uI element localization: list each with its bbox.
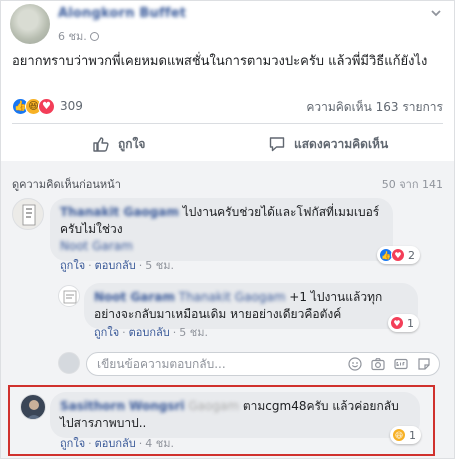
comment-button[interactable]: แสดงความคิดเห็น	[268, 134, 388, 154]
comment-time[interactable]: 5 ชม.	[145, 259, 174, 272]
post-time-text: 6 ชม.	[58, 30, 87, 43]
reaction-count: 309	[60, 99, 83, 113]
comment-icon	[269, 137, 285, 152]
comment-reaction-badge[interactable]: ♥ 1	[388, 314, 419, 332]
mentioned-name[interactable]: Thanakit Gaogam	[179, 290, 286, 304]
comment-meta: ถูกใจ · ตอบกลับ · 5 ชม.	[60, 259, 174, 272]
tagged-name[interactable]: Noot Garam	[60, 239, 133, 253]
my-avatar[interactable]	[58, 352, 80, 374]
comment-reply-link[interactable]: ตอบกลับ	[95, 259, 136, 272]
comment-reaction-badge[interactable]: 👍 ♥ 2	[377, 246, 420, 264]
comment-time[interactable]: 5 ชม.	[179, 326, 208, 339]
reply-input[interactable]	[97, 353, 277, 375]
author-name[interactable]: Alongkorn Buffet	[58, 6, 186, 21]
chevron-down-icon[interactable]	[429, 6, 443, 20]
comment-reaction-count: 1	[407, 316, 414, 330]
commenter-name[interactable]: Thanakit Gaogam	[60, 205, 179, 219]
reply-tools	[348, 357, 431, 371]
commenter-name[interactable]: Noot Garam	[94, 290, 175, 304]
love-reaction-icon: ♥	[391, 248, 405, 262]
divider	[12, 123, 443, 124]
reply-box	[86, 352, 440, 376]
love-reaction-icon: ♥	[390, 316, 404, 330]
comment-reply-link[interactable]: ตอบกลับ	[129, 326, 170, 339]
avatar[interactable]	[12, 198, 44, 230]
globe-icon	[89, 32, 99, 41]
emoji-icon[interactable]	[348, 357, 362, 371]
comment-count-link[interactable]: ความคิดเห็น 163 รายการ	[306, 98, 443, 117]
comment-meta: ถูกใจ · ตอบกลับ · 5 ชม.	[94, 326, 208, 339]
avatar[interactable]	[58, 285, 80, 307]
sticker-icon[interactable]	[417, 357, 431, 371]
post-body: อยากทราบว่าพวกพี่เคยหมดแพสชั่นในการตามวง…	[12, 54, 428, 69]
comment-reaction-count: 2	[408, 248, 415, 262]
comment-bubble: Thanakit Gaogam ไปงานครับช่วยได้และโฟกัส…	[50, 198, 393, 261]
gif-icon[interactable]	[394, 357, 408, 371]
love-reaction-icon: ♥	[38, 97, 55, 115]
comment-label: แสดงความคิดเห็น	[294, 136, 389, 151]
like-label: ถูกใจ	[118, 136, 146, 151]
author-avatar[interactable]	[10, 4, 50, 44]
highlight-box	[8, 385, 435, 456]
thumbs-up-icon	[93, 137, 109, 152]
reaction-summary[interactable]: 👍 😆 ♥ 309	[12, 97, 83, 115]
comment-like-link[interactable]: ถูกใจ	[94, 326, 119, 339]
view-previous-comments[interactable]: ดูความคิดเห็นก่อนหน้า	[12, 175, 121, 193]
post-timestamp[interactable]: 6 ชม.	[58, 27, 99, 45]
comment-like-link[interactable]: ถูกใจ	[60, 259, 85, 272]
comment-page-count: 50 จาก 141	[381, 178, 443, 191]
camera-icon[interactable]	[371, 357, 385, 371]
like-button[interactable]: ถูกใจ	[92, 134, 145, 154]
